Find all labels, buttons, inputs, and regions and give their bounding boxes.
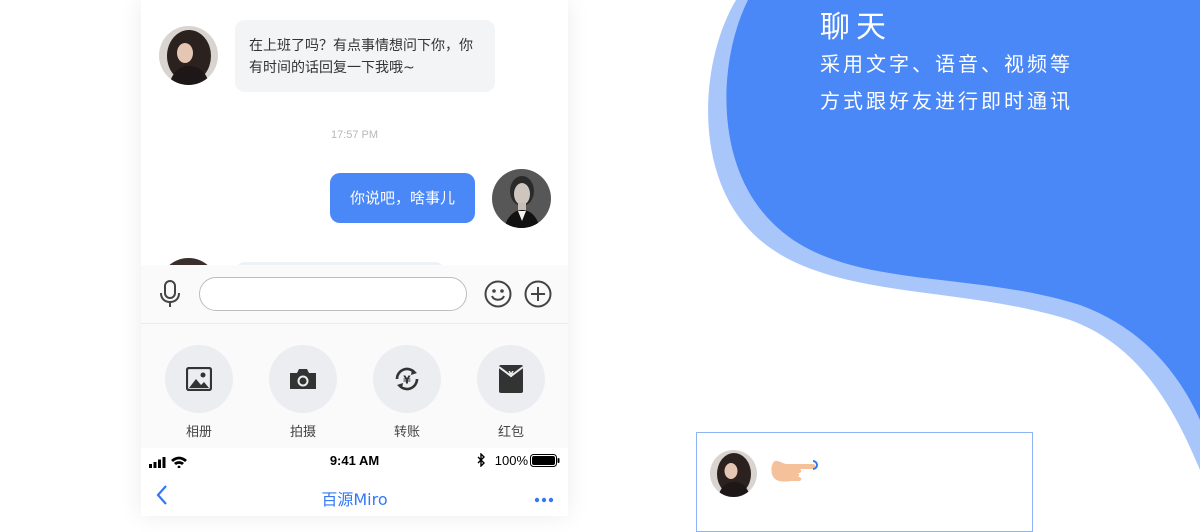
action-label: 相册 — [185, 425, 212, 440]
pointing-hand-icon — [769, 457, 823, 487]
back-chevron-icon[interactable] — [155, 484, 169, 510]
action-camera[interactable]: 拍摄 — [269, 345, 337, 440]
more-options-icon[interactable] — [534, 488, 554, 507]
action-label: 拍摄 — [289, 425, 316, 440]
outgoing-message-bubble[interactable]: 你说吧，啥事儿 — [330, 173, 475, 223]
svg-text:¥: ¥ — [508, 370, 514, 379]
contact-avatar[interactable] — [159, 26, 218, 85]
microphone-icon[interactable] — [157, 279, 183, 313]
chat-area[interactable]: 在上班了吗？有点事情想问下你，你有时间的话回复一下我哦~ 17:57 PM 你说… — [141, 0, 568, 317]
battery-icon — [530, 454, 560, 470]
message-timestamp: 17:57 PM — [330, 129, 379, 141]
action-transfer[interactable]: ¥ 转账 — [373, 345, 441, 440]
my-avatar[interactable] — [492, 169, 551, 228]
action-red-packet[interactable]: ¥ 红包 — [477, 345, 545, 440]
bluetooth-icon — [477, 452, 486, 470]
feature-desc-line2: 方式跟好友进行即时通讯 — [820, 89, 1073, 113]
chat-input-bar — [141, 265, 568, 324]
phone-mockup: 在上班了吗？有点事情想问下你，你有时间的话回复一下我哦~ 17:57 PM 你说… — [141, 0, 568, 516]
chat-title: 百源Miro — [321, 490, 388, 509]
action-photos[interactable]: 相册 — [165, 345, 233, 440]
action-label: 转账 — [393, 425, 420, 440]
message-input[interactable] — [199, 277, 467, 311]
svg-text:¥: ¥ — [403, 374, 411, 387]
feature-description: 采用文字、语音、视频等 方式跟好友进行即时通讯 — [820, 46, 1120, 120]
preview-card — [696, 432, 1033, 532]
attachment-panel: 相册 拍摄 ¥ 转账 ¥ 红包 — [141, 324, 568, 448]
feature-title: 聊天 — [820, 10, 892, 45]
card-avatar — [710, 450, 757, 497]
navigation-bar: 百源Miro — [141, 474, 568, 516]
feature-desc-line1: 采用文字、语音、视频等 — [820, 52, 1073, 76]
status-bar: 9:41 AM 100% — [141, 448, 568, 474]
add-more-icon[interactable] — [524, 280, 552, 312]
emoji-icon[interactable] — [484, 280, 512, 312]
photo-icon — [165, 345, 233, 413]
camera-icon — [269, 345, 337, 413]
battery-percentage: 100% — [494, 453, 528, 468]
red-packet-icon: ¥ — [477, 345, 545, 413]
incoming-message-bubble[interactable]: 在上班了吗？有点事情想问下你，你有时间的话回复一下我哦~ — [235, 20, 495, 92]
transfer-icon: ¥ — [373, 345, 441, 413]
action-label: 红包 — [497, 425, 524, 440]
